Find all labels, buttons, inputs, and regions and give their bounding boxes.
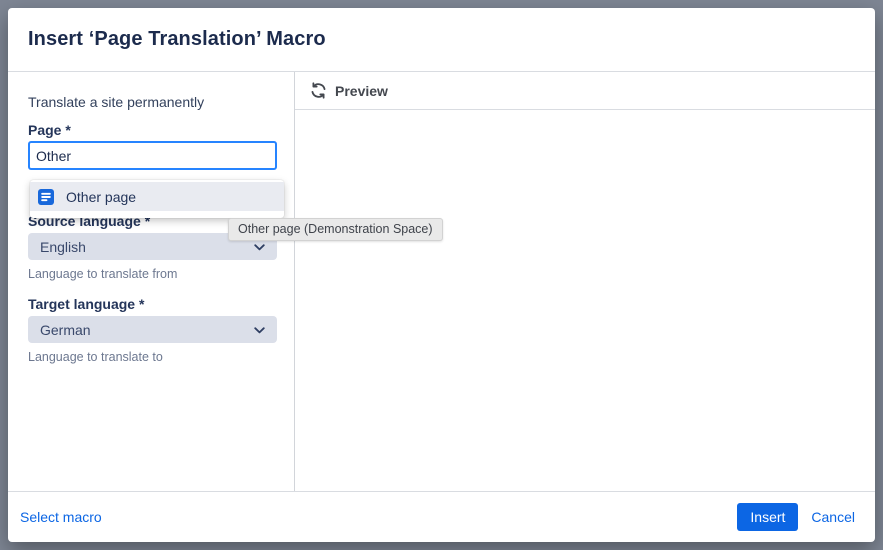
dialog-header: Insert ‘Page Translation’ Macro bbox=[8, 8, 875, 72]
chevron-down-icon bbox=[254, 327, 265, 334]
cancel-link[interactable]: Cancel bbox=[811, 509, 855, 525]
preview-header: Preview bbox=[295, 72, 875, 110]
target-language-help: Language to translate to bbox=[28, 350, 163, 364]
preview-content bbox=[295, 110, 875, 491]
footer-actions: Insert Cancel bbox=[737, 503, 855, 531]
insert-button[interactable]: Insert bbox=[737, 503, 798, 531]
target-language-label: Target language * bbox=[28, 296, 144, 312]
page-icon bbox=[38, 189, 54, 205]
page-suggestion-item[interactable]: Other page bbox=[30, 182, 284, 211]
insert-macro-dialog: Insert ‘Page Translation’ Macro Translat… bbox=[8, 8, 875, 542]
dialog-body: Translate a site permanently Page * bbox=[8, 72, 875, 491]
dialog-title: Insert ‘Page Translation’ Macro bbox=[28, 28, 326, 51]
chevron-down-icon bbox=[254, 244, 265, 251]
macro-form-panel: Translate a site permanently Page * bbox=[8, 72, 295, 491]
source-language-value: English bbox=[40, 239, 86, 255]
page-suggestion-label: Other page bbox=[66, 189, 136, 205]
refresh-icon[interactable] bbox=[310, 82, 327, 99]
modal-blanket: Insert ‘Page Translation’ Macro Translat… bbox=[0, 0, 883, 550]
dialog-footer: Select macro Insert Cancel bbox=[8, 491, 875, 542]
page-input[interactable] bbox=[28, 141, 277, 170]
page-field-label: Page * bbox=[28, 122, 71, 138]
macro-description: Translate a site permanently bbox=[28, 94, 204, 110]
page-suggestion-tooltip: Other page (Demonstration Space) bbox=[228, 218, 443, 241]
select-macro-link[interactable]: Select macro bbox=[20, 509, 102, 525]
source-language-help: Language to translate from bbox=[28, 267, 177, 281]
target-language-value: German bbox=[40, 322, 91, 338]
preview-title: Preview bbox=[335, 83, 388, 99]
preview-panel: Preview bbox=[295, 72, 875, 491]
target-language-select[interactable]: German bbox=[28, 316, 277, 343]
page-suggestions-dropdown: Other page bbox=[30, 180, 284, 218]
